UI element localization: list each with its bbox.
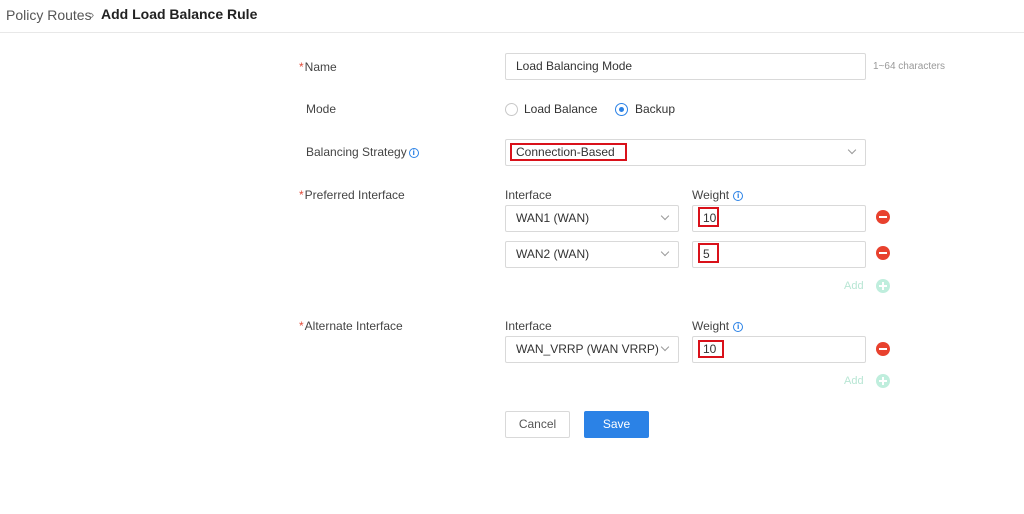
preferred-interface-column-header: Interface [505,188,552,202]
save-button[interactable]: Save [584,411,649,438]
info-icon[interactable]: i [733,322,744,332]
info-icon[interactable]: i [408,148,419,158]
alternate-interface-column-header: Interface [505,319,552,333]
balancing-strategy-label: Balancing Strategy i [306,145,419,159]
alternate-weight-input-1[interactable]: 10 [692,336,866,363]
preferred-weight-input-2[interactable]: 5 [692,241,866,268]
balancing-strategy-select[interactable]: Connection-Based [505,139,866,166]
page-header: Policy Routes › Add Load Balance Rule [0,0,1024,33]
mode-option-backup-label[interactable]: Backup [635,102,675,116]
preferred-add-label[interactable]: Add [844,280,864,292]
plus-circle-icon[interactable] [876,374,890,388]
preferred-interface-label: *Preferred Interface [299,188,405,202]
mode-option-load-balance-label[interactable]: Load Balance [524,102,597,116]
plus-circle-icon[interactable] [876,279,890,293]
preferred-interface-value-1: WAN1 (WAN) [516,211,590,225]
preferred-interface-select-1[interactable]: WAN1 (WAN) [505,205,679,232]
required-mark: * [299,319,304,333]
name-input[interactable]: Load Balancing Mode [505,53,866,80]
preferred-weight-column-header: Weight i [692,188,744,202]
alternate-interface-value-1: WAN_VRRP (WAN VRRP) [516,342,659,356]
alternate-add-label[interactable]: Add [844,375,864,387]
alternate-interface-select-1[interactable]: WAN_VRRP (WAN VRRP) [505,336,679,363]
balancing-strategy-value: Connection-Based [516,145,615,159]
required-mark: * [299,188,304,202]
alternate-weight-value-1: 10 [703,342,717,356]
preferred-weight-value-2: 5 [703,247,710,261]
name-label: *Name [299,60,337,74]
preferred-interface-select-2[interactable]: WAN2 (WAN) [505,241,679,268]
mode-radio-load-balance[interactable] [505,103,518,116]
alternate-weight-column-header: Weight i [692,319,744,333]
remove-row-icon[interactable] [876,210,890,224]
cancel-button[interactable]: Cancel [505,411,570,438]
page-title: Add Load Balance Rule [101,6,258,22]
remove-row-icon[interactable] [876,246,890,260]
mode-label: Mode [306,102,337,116]
alternate-interface-label: *Alternate Interface [299,319,403,333]
name-hint: 1~64 characters [873,61,945,72]
required-mark: * [299,60,304,74]
mode-radio-backup[interactable] [615,103,628,116]
breadcrumb-separator-icon: › [90,7,95,22]
info-icon[interactable]: i [733,191,744,201]
preferred-weight-value-1: 10 [703,211,717,225]
preferred-interface-value-2: WAN2 (WAN) [516,247,590,261]
remove-row-icon[interactable] [876,342,890,356]
preferred-weight-input-1[interactable]: 10 [692,205,866,232]
breadcrumb-policy-routes[interactable]: Policy Routes [6,7,92,23]
